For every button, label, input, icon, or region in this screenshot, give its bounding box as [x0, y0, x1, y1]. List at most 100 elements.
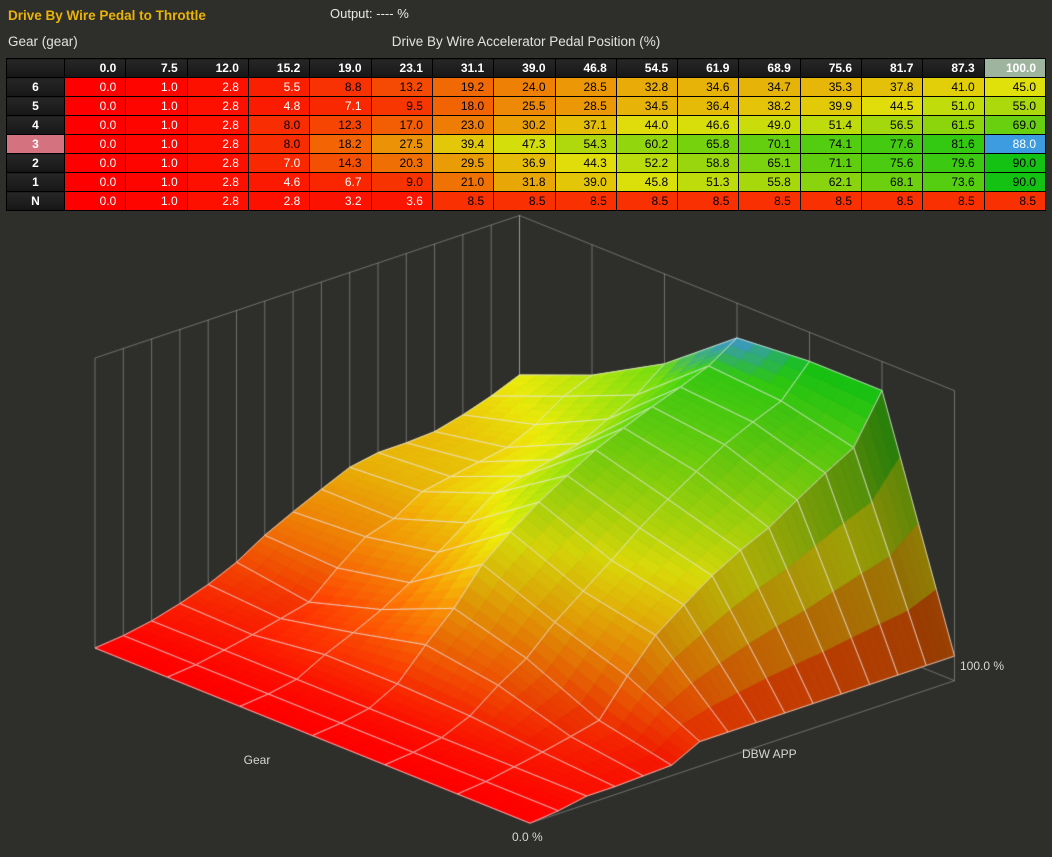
table-cell[interactable]: 14.3: [310, 154, 371, 173]
table-cell[interactable]: 2.8: [187, 97, 248, 116]
table-cell[interactable]: 45.8: [616, 173, 677, 192]
table-cell[interactable]: 36.9: [494, 154, 555, 173]
table-cell[interactable]: 8.5: [432, 192, 493, 211]
col-header[interactable]: 81.7: [862, 59, 923, 78]
table-cell[interactable]: 41.0: [923, 78, 984, 97]
col-header[interactable]: 7.5: [126, 59, 187, 78]
table-cell[interactable]: 9.0: [371, 173, 432, 192]
col-header[interactable]: 54.5: [616, 59, 677, 78]
table-cell[interactable]: 2.8: [248, 192, 309, 211]
table-cell[interactable]: 0.0: [65, 192, 126, 211]
table-cell[interactable]: 39.0: [555, 173, 616, 192]
table-cell[interactable]: 39.9: [800, 97, 861, 116]
table-cell[interactable]: 18.2: [310, 135, 371, 154]
table-cell[interactable]: 0.0: [65, 173, 126, 192]
col-header[interactable]: 75.6: [800, 59, 861, 78]
col-header[interactable]: 0.0: [65, 59, 126, 78]
table-cell[interactable]: 44.5: [862, 97, 923, 116]
table-cell[interactable]: 1.0: [126, 173, 187, 192]
table-cell[interactable]: 17.0: [371, 116, 432, 135]
row-header[interactable]: 5: [7, 97, 65, 116]
table-cell[interactable]: 74.1: [800, 135, 861, 154]
table-cell[interactable]: 65.8: [678, 135, 739, 154]
table-cell[interactable]: 8.5: [494, 192, 555, 211]
table-cell[interactable]: 54.3: [555, 135, 616, 154]
selected-cell[interactable]: 88.0: [984, 135, 1045, 154]
table-cell[interactable]: 77.6: [862, 135, 923, 154]
table-cell[interactable]: 81.6: [923, 135, 984, 154]
table-cell[interactable]: 71.1: [800, 154, 861, 173]
table-cell[interactable]: 8.5: [555, 192, 616, 211]
row-header[interactable]: 1: [7, 173, 65, 192]
table-cell[interactable]: 28.5: [555, 97, 616, 116]
table-cell[interactable]: 44.3: [555, 154, 616, 173]
table-cell[interactable]: 30.2: [494, 116, 555, 135]
table-cell[interactable]: 51.0: [923, 97, 984, 116]
table-cell[interactable]: 70.1: [739, 135, 800, 154]
row-header[interactable]: 4: [7, 116, 65, 135]
table-cell[interactable]: 47.3: [494, 135, 555, 154]
row-header[interactable]: 2: [7, 154, 65, 173]
table-cell[interactable]: 7.1: [310, 97, 371, 116]
table-cell[interactable]: 25.5: [494, 97, 555, 116]
table-cell[interactable]: 2.8: [187, 154, 248, 173]
table-cell[interactable]: 46.6: [678, 116, 739, 135]
table-cell[interactable]: 34.6: [678, 78, 739, 97]
table-cell[interactable]: 0.0: [65, 97, 126, 116]
table-cell[interactable]: 8.5: [923, 192, 984, 211]
table-cell[interactable]: 55.0: [984, 97, 1045, 116]
table-cell[interactable]: 3.6: [371, 192, 432, 211]
table-cell[interactable]: 51.4: [800, 116, 861, 135]
table-cell[interactable]: 69.0: [984, 116, 1045, 135]
col-header[interactable]: 87.3: [923, 59, 984, 78]
table-cell[interactable]: 37.8: [862, 78, 923, 97]
surface-canvas[interactable]: [0, 213, 1052, 850]
table-cell[interactable]: 5.5: [248, 78, 309, 97]
table-cell[interactable]: 8.5: [616, 192, 677, 211]
table-cell[interactable]: 8.5: [678, 192, 739, 211]
table-cell[interactable]: 2.8: [187, 173, 248, 192]
col-header[interactable]: 31.1: [432, 59, 493, 78]
table-cell[interactable]: 28.5: [555, 78, 616, 97]
table-cell[interactable]: 2.8: [187, 116, 248, 135]
table-cell[interactable]: 1.0: [126, 154, 187, 173]
col-header[interactable]: 68.9: [739, 59, 800, 78]
table-cell[interactable]: 4.6: [248, 173, 309, 192]
table-cell[interactable]: 27.5: [371, 135, 432, 154]
table-cell[interactable]: 90.0: [984, 173, 1045, 192]
table-cell[interactable]: 0.0: [65, 78, 126, 97]
table-cell[interactable]: 1.0: [126, 116, 187, 135]
col-header[interactable]: 15.2: [248, 59, 309, 78]
row-header[interactable]: 6: [7, 78, 65, 97]
col-header[interactable]: 61.9: [678, 59, 739, 78]
table-cell[interactable]: 18.0: [432, 97, 493, 116]
table-cell[interactable]: 35.3: [800, 78, 861, 97]
table-cell[interactable]: 8.5: [984, 192, 1045, 211]
table-cell[interactable]: 2.8: [187, 78, 248, 97]
table-cell[interactable]: 44.0: [616, 116, 677, 135]
table-cell[interactable]: 1.0: [126, 135, 187, 154]
table-cell[interactable]: 75.6: [862, 154, 923, 173]
table-cell[interactable]: 2.8: [187, 135, 248, 154]
table-cell[interactable]: 0.0: [65, 154, 126, 173]
table-cell[interactable]: 68.1: [862, 173, 923, 192]
table-cell[interactable]: 73.6: [923, 173, 984, 192]
table-cell[interactable]: 8.5: [862, 192, 923, 211]
table-cell[interactable]: 60.2: [616, 135, 677, 154]
table-cell[interactable]: 62.1: [800, 173, 861, 192]
table-cell[interactable]: 37.1: [555, 116, 616, 135]
table-cell[interactable]: 9.5: [371, 97, 432, 116]
table-cell[interactable]: 12.3: [310, 116, 371, 135]
table-cell[interactable]: 34.5: [616, 97, 677, 116]
table-cell[interactable]: 1.0: [126, 78, 187, 97]
col-header[interactable]: 19.0: [310, 59, 371, 78]
table-cell[interactable]: 49.0: [739, 116, 800, 135]
row-header[interactable]: N: [7, 192, 65, 211]
col-header[interactable]: 12.0: [187, 59, 248, 78]
table-cell[interactable]: 29.5: [432, 154, 493, 173]
table-cell[interactable]: 55.8: [739, 173, 800, 192]
row-header[interactable]: 3: [7, 135, 65, 154]
table-cell[interactable]: 1.0: [126, 97, 187, 116]
table-cell[interactable]: 90.0: [984, 154, 1045, 173]
table-cell[interactable]: 8.8: [310, 78, 371, 97]
